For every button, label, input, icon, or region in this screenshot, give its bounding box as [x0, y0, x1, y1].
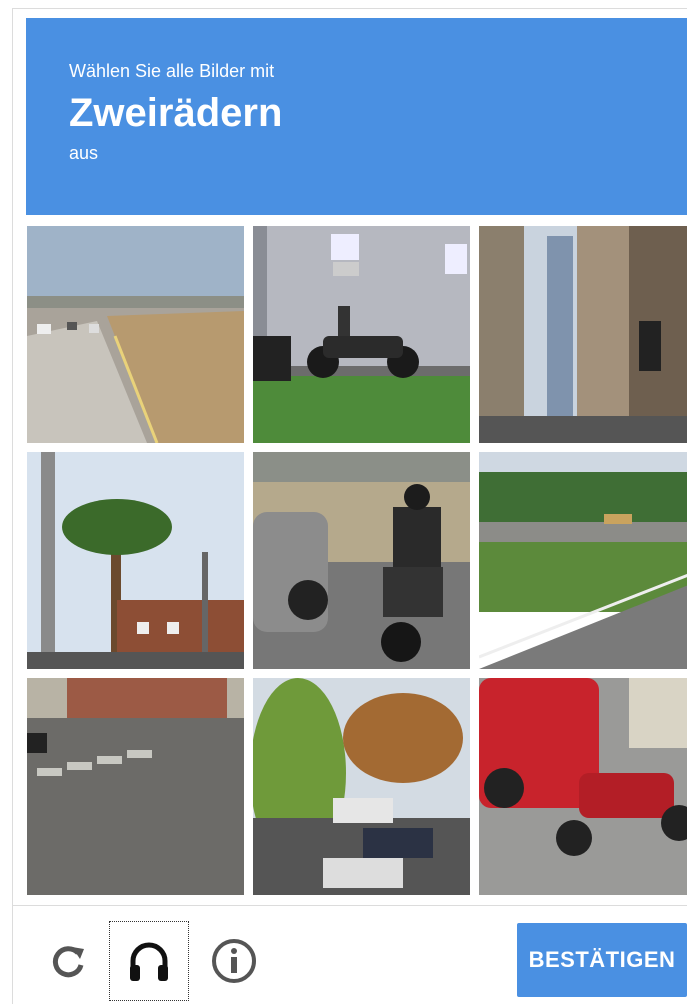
- image-tile-9[interactable]: [479, 678, 687, 895]
- headphones-icon: [130, 942, 168, 981]
- image-tile-8[interactable]: [253, 678, 470, 895]
- challenge-keyword: Zweirädern: [69, 91, 283, 135]
- highway-image: [27, 226, 244, 443]
- instruction-prefix: Wählen Sie alle Bilder mit: [69, 61, 275, 81]
- house-motorcycle-image: [253, 226, 470, 443]
- info-icon: [212, 939, 256, 983]
- verify-button[interactable]: BESTÄTIGEN: [517, 923, 687, 997]
- image-tile-3[interactable]: [479, 226, 687, 443]
- audio-button[interactable]: [109, 921, 189, 1001]
- image-tile-5[interactable]: [253, 452, 470, 669]
- image-tile-1[interactable]: [27, 226, 244, 443]
- image-tile-7[interactable]: [27, 678, 244, 895]
- image-tile-4[interactable]: [27, 452, 244, 669]
- image-tile-2[interactable]: [253, 226, 470, 443]
- footer-divider: [12, 905, 687, 906]
- reload-icon: [52, 946, 84, 978]
- reload-button[interactable]: [40, 930, 96, 992]
- palm-tree-image: [27, 452, 244, 669]
- road-grass-image: [479, 452, 687, 669]
- info-button[interactable]: [206, 930, 262, 992]
- motorcycle-rider-image: [253, 452, 470, 669]
- parking-lot-image: [253, 678, 470, 895]
- challenge-header: Wählen Sie alle Bilder mit Zweirädern au…: [26, 18, 687, 215]
- red-motorcycle-image: [479, 678, 687, 895]
- image-tile-6[interactable]: [479, 452, 687, 669]
- city-buildings-image: [479, 226, 687, 443]
- crosswalk-image: [27, 678, 244, 895]
- instruction-suffix: aus: [69, 143, 99, 163]
